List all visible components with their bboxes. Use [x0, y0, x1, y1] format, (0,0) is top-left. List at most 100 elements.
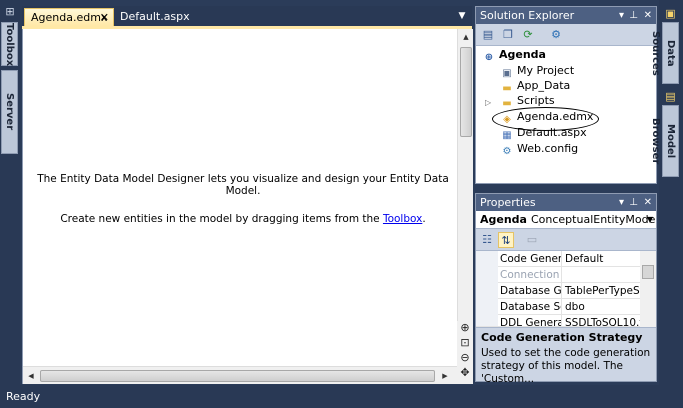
status-text: Ready: [6, 390, 41, 403]
property-grid-scroll-thumb[interactable]: [642, 265, 654, 279]
property-name: DDL Generation Template: [498, 315, 562, 326]
panel-title: Properties: [480, 196, 536, 209]
properties-panel: Properties ▾ ⊥ ✕ Agenda ConceptualEntityM…: [475, 193, 657, 385]
web-project-icon: ⊕: [484, 52, 494, 63]
right-tool-strip: ▣ Data Sources ▤ Model Browser: [650, 0, 683, 385]
zoom-out-icon[interactable]: ⊖: [458, 351, 472, 365]
entity-designer-surface[interactable]: The Entity Data Model Designer lets you …: [22, 29, 473, 384]
refresh-icon[interactable]: ⟳: [520, 27, 536, 43]
config-file-icon: ⚙: [502, 146, 512, 157]
pin-icon[interactable]: ⊥: [629, 7, 638, 24]
tree-item-app-data[interactable]: ▬ App_Data: [500, 78, 571, 94]
horizontal-scrollbar[interactable]: ◀ ▶: [23, 366, 457, 384]
server-explorer-tab-label: Server Explorer: [4, 93, 15, 131]
tree-item-scripts[interactable]: ▬ Scripts: [500, 93, 555, 109]
properties-icon[interactable]: ▤: [480, 27, 496, 43]
document-tab-row: Agenda.edmx ✕ Default.aspx ▼: [22, 6, 472, 26]
close-icon[interactable]: ✕: [100, 9, 109, 26]
tree-root-agenda[interactable]: ⊕ Agenda: [482, 47, 546, 63]
tree-item-default-aspx[interactable]: ▦ Default.aspx: [500, 125, 586, 141]
tree-item-label: My Project: [517, 64, 575, 77]
zoom-in-icon[interactable]: ⊕: [458, 321, 472, 335]
scroll-left-icon[interactable]: ◀: [23, 368, 39, 384]
row-gutter: [476, 315, 498, 326]
solution-explorer-panel: Solution Explorer ▾ ⊥ ✕ ▤ ❐ ⟳ ⚙ ⊕ Agenda …: [475, 6, 657, 184]
toolbox-tab-label: Toolbox: [4, 23, 15, 67]
solution-explorer-header: Solution Explorer ▾ ⊥ ✕: [476, 7, 656, 24]
chevron-down-icon[interactable]: ▾: [619, 194, 624, 211]
property-name: Connection String: [498, 267, 562, 283]
property-row[interactable]: Code Generation Strategy Default: [476, 251, 640, 267]
property-row[interactable]: DDL Generation Template SSDLToSQL10.tt: [476, 315, 640, 327]
property-row[interactable]: Database Schema Name dbo: [476, 299, 640, 315]
tab-label: Default.aspx: [120, 10, 190, 23]
designer-message: The Entity Data Model Designer lets you …: [37, 173, 449, 197]
data-sources-icon: ▣: [665, 7, 676, 20]
chevron-down-icon[interactable]: ▾: [619, 7, 624, 24]
property-grid-scrollbar[interactable]: [640, 251, 656, 327]
horizontal-scroll-thumb[interactable]: [40, 370, 435, 382]
toolbox-tab[interactable]: Toolbox: [1, 22, 18, 66]
data-sources-tab-label: Data Sources: [650, 30, 676, 76]
zoom-toolbar: ⊕ ⊡ ⊖ ✥: [457, 321, 473, 384]
property-row[interactable]: Connection String: [476, 267, 640, 283]
close-icon[interactable]: ✕: [644, 194, 652, 211]
object-selector[interactable]: Agenda ConceptualEntityModel ▼: [476, 211, 656, 229]
tab-agenda-edmx[interactable]: Agenda.edmx ✕: [24, 8, 114, 26]
property-value[interactable]: Default: [563, 251, 640, 267]
model-browser-tab[interactable]: Model Browser: [650, 105, 679, 177]
dropdown-arrow-icon[interactable]: ▼: [647, 211, 653, 228]
designer-hint-suffix: .: [422, 213, 426, 225]
row-gutter: [476, 283, 498, 299]
tab-list-dropdown-icon[interactable]: ▼: [456, 10, 468, 22]
designer-hint: Create new entities in the model by drag…: [33, 213, 453, 225]
tree-item-label: Scripts: [517, 94, 555, 107]
server-explorer-tab[interactable]: Server Explorer: [1, 70, 18, 154]
solution-tree: ⊕ Agenda ▣ My Project ▬ App_Data ▷ ▬ Scripts…: [476, 46, 656, 183]
property-name: Database Generation Workflow: [500, 283, 562, 299]
row-gutter: [476, 267, 498, 283]
property-row[interactable]: Database Generation Workflow TablePerTyp…: [476, 283, 640, 299]
toolbox-link[interactable]: Toolbox: [383, 213, 422, 225]
row-gutter: [476, 299, 498, 315]
tab-default-aspx[interactable]: Default.aspx: [114, 8, 190, 26]
property-name: Database Schema Name: [500, 299, 562, 315]
data-sources-tab[interactable]: Data Sources: [650, 22, 679, 84]
tab-label: Agenda.edmx: [31, 11, 108, 24]
pin-icon[interactable]: ⊥: [629, 194, 638, 211]
object-name: Agenda: [480, 213, 527, 226]
property-name: Code Generation Strategy: [500, 251, 562, 267]
pan-icon[interactable]: ✥: [458, 366, 472, 380]
property-value[interactable]: TablePerTypeStrategy: [563, 283, 640, 299]
property-value[interactable]: SSDLToSQL10.tt: [563, 315, 640, 326]
document-well: Agenda.edmx ✕ Default.aspx ▼ The Entity …: [22, 6, 473, 384]
status-bar: Ready: [0, 385, 683, 408]
categorized-icon[interactable]: ☷: [479, 232, 495, 248]
zoom-to-fit-icon[interactable]: ⊡: [458, 336, 472, 350]
properties-toolbar: ☷ ⇅ ▭: [476, 229, 656, 251]
tree-item-label: App_Data: [517, 79, 571, 92]
property-value[interactable]: dbo: [563, 299, 640, 315]
properties-header: Properties ▾ ⊥ ✕: [476, 194, 656, 211]
close-icon[interactable]: ✕: [644, 7, 652, 24]
tree-item-label: Agenda: [499, 48, 546, 61]
description-title: Code Generation Strategy: [481, 331, 643, 344]
row-gutter: [476, 251, 498, 267]
alphabetical-sort-icon[interactable]: ⇅: [498, 232, 514, 248]
scroll-up-icon[interactable]: ▲: [458, 29, 474, 45]
property-pages-icon[interactable]: ▭: [524, 232, 540, 248]
pin-icon[interactable]: ⊞: [4, 6, 16, 18]
tree-item-web-config[interactable]: ⚙ Web.config: [500, 141, 579, 157]
vertical-scroll-thumb[interactable]: [460, 47, 472, 137]
vertical-scrollbar[interactable]: ▲ ▼: [457, 29, 473, 366]
view-class-diagram-icon[interactable]: ⚙: [548, 27, 564, 43]
description-text: Used to set the code generation strategy…: [481, 347, 651, 385]
expand-arrow-icon[interactable]: ▷: [485, 95, 491, 110]
show-all-files-icon[interactable]: ❐: [500, 27, 516, 43]
tree-item-label: Web.config: [517, 142, 579, 155]
scroll-right-icon[interactable]: ▶: [437, 368, 453, 384]
model-browser-tab-label: Model Browser: [650, 117, 676, 165]
solution-explorer-toolbar: ▤ ❐ ⟳ ⚙: [476, 24, 656, 46]
designer-hint-text: Create new entities in the model by drag…: [60, 213, 383, 225]
tree-item-my-project[interactable]: ▣ My Project: [500, 63, 575, 79]
